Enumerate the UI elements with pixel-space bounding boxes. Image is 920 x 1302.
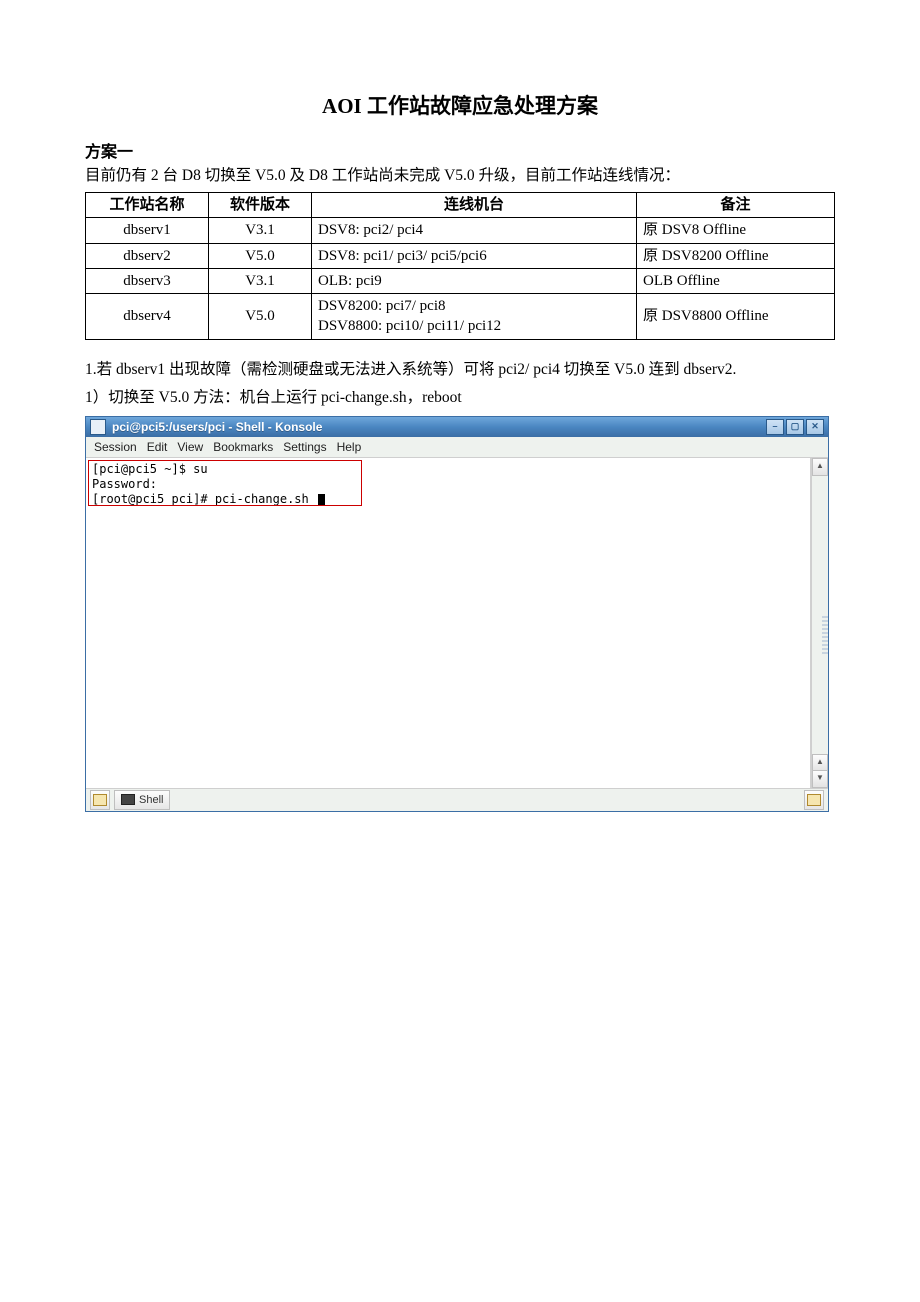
table-header-row: 工作站名称 软件版本 连线机台 备注 — [86, 193, 835, 218]
menu-edit[interactable]: Edit — [147, 440, 168, 454]
new-tab-icon — [93, 794, 107, 806]
col-note: 备注 — [637, 193, 835, 218]
shell-tab-label: Shell — [139, 794, 163, 806]
menu-view[interactable]: View — [177, 440, 203, 454]
table-row: dbserv4 V5.0 DSV8200: pci7/ pci8 DSV8800… — [86, 294, 835, 340]
konsole-app-icon — [90, 419, 106, 435]
cell-name: dbserv4 — [86, 294, 209, 340]
close-button[interactable]: ✕ — [806, 419, 824, 435]
step-1-1: 1）切换至 V5.0 方法：机台上运行 pci-change.sh，reboot — [85, 386, 835, 410]
konsole-statusbar: Shell — [86, 788, 828, 811]
cell-mach: DSV8: pci1/ pci3/ pci5/pci6 — [312, 243, 637, 268]
cell-ver: V3.1 — [209, 218, 312, 243]
col-name: 工作站名称 — [86, 193, 209, 218]
cell-name: dbserv1 — [86, 218, 209, 243]
maximize-button[interactable]: ▢ — [786, 419, 804, 435]
menu-settings[interactable]: Settings — [283, 440, 326, 454]
shell-icon — [121, 794, 135, 805]
shell-tab[interactable]: Shell — [114, 790, 170, 810]
scrollbar-grip-icon — [822, 616, 828, 656]
table-row: dbserv2 V5.0 DSV8: pci1/ pci3/ pci5/pci6… — [86, 243, 835, 268]
terminal-line: Password: — [92, 477, 804, 492]
tab-action-button[interactable] — [804, 790, 824, 810]
cell-note: OLB Offline — [637, 268, 835, 293]
scroll-down-button[interactable]: ▼ — [812, 770, 828, 788]
cell-name: dbserv3 — [86, 268, 209, 293]
cell-mach: OLB: pci9 — [312, 268, 637, 293]
cursor-icon — [318, 494, 325, 506]
terminal-area[interactable]: [pci@pci5 ~]$ su Password: [root@pci5 pc… — [86, 458, 811, 788]
menu-session[interactable]: Session — [94, 440, 137, 454]
cell-name: dbserv2 — [86, 243, 209, 268]
menu-help[interactable]: Help — [337, 440, 362, 454]
cell-note: 原 DSV8200 Offline — [637, 243, 835, 268]
cell-note: 原 DSV8 Offline — [637, 218, 835, 243]
cell-mach: DSV8: pci2/ pci4 — [312, 218, 637, 243]
terminal-line: [pci@pci5 ~]$ su — [92, 462, 804, 477]
workstation-table: 工作站名称 软件版本 连线机台 备注 dbserv1 V3.1 DSV8: pc… — [85, 192, 835, 340]
cell-mach: DSV8200: pci7/ pci8 DSV8800: pci10/ pci1… — [312, 294, 637, 340]
doc-title: AOI 工作站故障应急处理方案 — [85, 90, 835, 120]
scrollbar[interactable]: ▲ ▲ ▼ — [811, 458, 828, 788]
new-tab-button[interactable] — [90, 790, 110, 810]
minimize-button[interactable]: – — [766, 419, 784, 435]
intro-paragraph: 目前仍有 2 台 D8 切换至 V5.0 及 D8 工作站尚未完成 V5.0 升… — [85, 164, 835, 188]
konsole-menubar: Session Edit View Bookmarks Settings Hel… — [86, 437, 828, 458]
konsole-title-text: pci@pci5:/users/pci - Shell - Konsole — [112, 420, 766, 434]
konsole-titlebar[interactable]: pci@pci5:/users/pci - Shell - Konsole – … — [86, 417, 828, 437]
cell-note: 原 DSV8800 Offline — [637, 294, 835, 340]
col-machines: 连线机台 — [312, 193, 637, 218]
konsole-window: pci@pci5:/users/pci - Shell - Konsole – … — [85, 416, 829, 812]
cell-ver: V3.1 — [209, 268, 312, 293]
scroll-up-button[interactable]: ▲ — [812, 458, 828, 476]
plan-heading: 方案一 — [85, 138, 835, 162]
table-row: dbserv1 V3.1 DSV8: pci2/ pci4 原 DSV8 Off… — [86, 218, 835, 243]
terminal-line: [root@pci5 pci]# pci-change.sh — [92, 492, 804, 507]
menu-bookmarks[interactable]: Bookmarks — [213, 440, 273, 454]
cell-ver: V5.0 — [209, 294, 312, 340]
table-row: dbserv3 V3.1 OLB: pci9 OLB Offline — [86, 268, 835, 293]
col-version: 软件版本 — [209, 193, 312, 218]
tab-action-icon — [807, 794, 821, 806]
step-1: 1.若 dbserv1 出现故障（需检测硬盘或无法进入系统等）可将 pci2/ … — [85, 358, 835, 382]
cell-ver: V5.0 — [209, 243, 312, 268]
